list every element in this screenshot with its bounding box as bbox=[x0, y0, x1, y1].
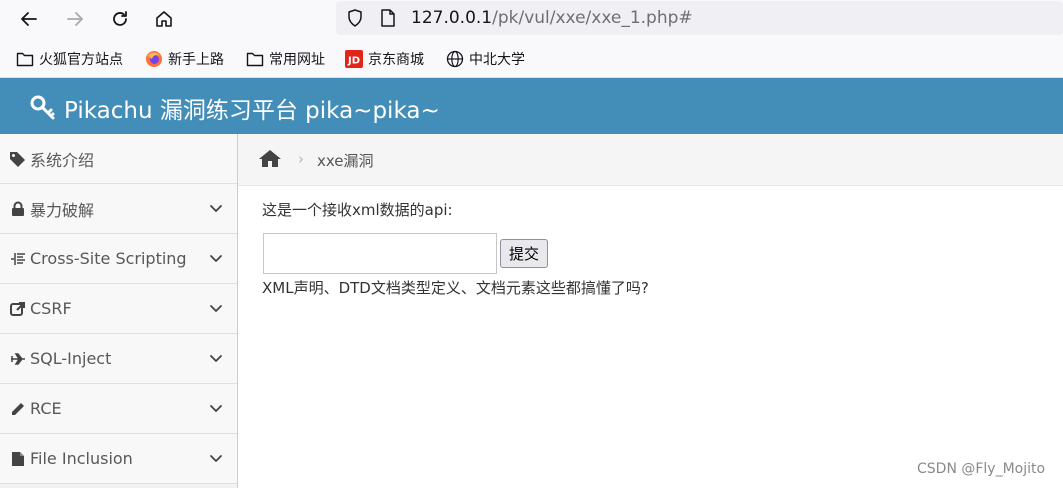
folder-icon bbox=[246, 50, 264, 68]
site-title[interactable]: Pikachu 漏洞练习平台 pika~pika~ bbox=[30, 91, 440, 125]
api-prompt: 这是一个接收xml数据的api: bbox=[262, 201, 453, 219]
sidebar: 系统介绍 暴力破解 Cross-Site Scripting CSRF SQL-… bbox=[0, 134, 238, 488]
home-icon[interactable] bbox=[258, 148, 282, 168]
bookmark-changyong[interactable]: 常用网址 bbox=[246, 49, 325, 69]
sidebar-item-xss[interactable]: Cross-Site Scripting bbox=[0, 234, 237, 284]
list-icon bbox=[9, 251, 27, 267]
bookmark-huohu[interactable]: 火狐官方站点 bbox=[16, 49, 123, 69]
chevron-down-icon[interactable] bbox=[209, 402, 223, 416]
main-content: 这是一个接收xml数据的api: 提交 XML声明、DTD文档类型定义、文档元素… bbox=[238, 186, 1063, 488]
chevron-down-icon[interactable] bbox=[209, 252, 223, 266]
reload-icon bbox=[113, 11, 127, 26]
breadcrumb-current: xxe漏洞 bbox=[317, 152, 374, 170]
jd-icon: JD bbox=[345, 50, 363, 68]
svg-text:JD: JD bbox=[347, 56, 360, 67]
back-arrow-icon bbox=[21, 12, 37, 26]
url-bar[interactable]: 127.0.0.1/pk/vul/xxe/xxe_1.php# bbox=[336, 1, 1063, 35]
site-header: Pikachu 漏洞练习平台 pika~pika~ bbox=[0, 78, 1063, 134]
sidebar-item-intro[interactable]: 系统介绍 bbox=[0, 134, 237, 184]
url-text: 127.0.0.1/pk/vul/xxe/xxe_1.php# bbox=[411, 8, 693, 28]
bookmark-zhongbei[interactable]: 中北大学 bbox=[446, 49, 525, 69]
globe-icon bbox=[446, 50, 464, 68]
share-icon bbox=[9, 301, 27, 317]
shield-icon bbox=[348, 9, 362, 27]
home-outline-icon bbox=[156, 11, 172, 27]
watermark: CSDN @Fly_Mojito bbox=[917, 461, 1046, 477]
chevron-down-icon[interactable] bbox=[209, 302, 223, 316]
lock-icon bbox=[9, 201, 27, 217]
back-button[interactable] bbox=[14, 4, 44, 34]
chevron-down-icon[interactable] bbox=[209, 352, 223, 366]
forward-button[interactable] bbox=[60, 4, 90, 34]
sidebar-item-csrf[interactable]: CSRF bbox=[0, 284, 237, 334]
plane-icon bbox=[9, 352, 27, 366]
bookmarks-bar: 火狐官方站点 新手上路 常用网址 JD 京东商城 中北大学 bbox=[0, 38, 1063, 78]
chevron-down-icon[interactable] bbox=[209, 452, 223, 466]
sidebar-item-rce[interactable]: RCE bbox=[0, 384, 237, 434]
reload-button[interactable] bbox=[105, 4, 135, 34]
key-icon bbox=[30, 95, 55, 120]
sidebar-item-bruteforce[interactable]: 暴力破解 bbox=[0, 184, 237, 234]
submit-button[interactable]: 提交 bbox=[500, 239, 548, 268]
tags-icon bbox=[9, 151, 27, 167]
page-icon bbox=[381, 9, 395, 27]
folder-icon bbox=[16, 50, 34, 68]
breadcrumb: › xxe漏洞 bbox=[238, 134, 1063, 186]
bookmark-xinshou[interactable]: 新手上路 bbox=[145, 49, 224, 69]
browser-toolbar: 127.0.0.1/pk/vul/xxe/xxe_1.php# bbox=[0, 0, 1063, 38]
sidebar-item-sqli[interactable]: SQL-Inject bbox=[0, 334, 237, 384]
pencil-icon bbox=[9, 401, 27, 417]
xml-input[interactable] bbox=[263, 233, 497, 274]
chevron-down-icon[interactable] bbox=[209, 202, 223, 216]
hint-text: XML声明、DTD文档类型定义、文档元素这些都搞懂了吗? bbox=[262, 279, 649, 297]
forward-arrow-icon bbox=[67, 12, 83, 26]
file-icon bbox=[9, 451, 27, 467]
sidebar-item-file-inclusion[interactable]: File Inclusion bbox=[0, 434, 237, 484]
breadcrumb-separator: › bbox=[298, 150, 304, 168]
firefox-icon bbox=[145, 50, 163, 68]
bookmark-jd[interactable]: JD 京东商城 bbox=[345, 49, 424, 69]
home-button[interactable] bbox=[149, 4, 179, 34]
